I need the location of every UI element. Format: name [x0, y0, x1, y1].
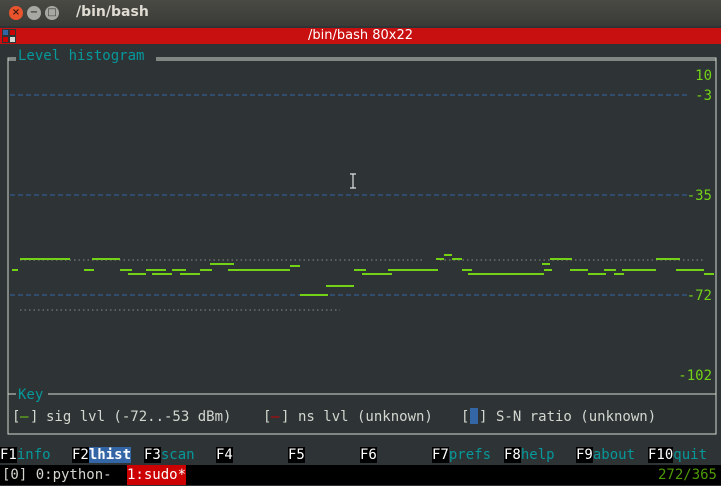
y-tick-label: -35: [687, 188, 712, 204]
histogram-frame: [7, 57, 717, 395]
key-title: Key: [18, 387, 43, 403]
noise-level-trace: [20, 259, 705, 311]
key-label-snr: S-N ratio (unknown): [496, 409, 656, 425]
fkey-number: F2: [72, 447, 89, 463]
histogram-y-ticks: 10 -3 -35 -72 -102: [678, 68, 712, 384]
key-bracket-close: ]: [30, 409, 38, 425]
key-label-signal: sig lvl (-72..-53 dBm): [46, 409, 231, 425]
text-cursor-icon: [350, 173, 356, 189]
noise-swatch: —: [271, 409, 280, 425]
fkey-f5[interactable]: F5: [288, 445, 305, 465]
fkey-help[interactable]: F8help: [504, 445, 555, 465]
y-tick-label: -102: [678, 368, 712, 384]
fkey-label: prefs: [448, 447, 492, 463]
fkey-label: quit: [673, 447, 708, 463]
close-button[interactable]: ×: [9, 6, 23, 20]
tmux-window-1[interactable]: 1:sudo*: [127, 465, 187, 485]
tmux-position: 272/365: [657, 467, 717, 483]
fkey-quit[interactable]: F10quit: [648, 445, 707, 465]
tmux-status-bar: [0] 0:python- 1:sudo* 272/365: [0, 465, 721, 485]
fkey-number: F3: [144, 447, 161, 463]
terminal-tab-title: /bin/bash 80x22: [307, 28, 413, 43]
key-item-signal: [ — ] sig lvl (-72..-53 dBm): [12, 409, 231, 425]
terminal-tab-bar[interactable]: /bin/bash 80x22: [0, 28, 721, 44]
histogram-gridlines: [10, 94, 690, 296]
signal-swatch: —: [20, 409, 29, 425]
fkey-number: F1: [0, 447, 17, 463]
fkey-lhist[interactable]: F2lhist: [72, 445, 132, 465]
function-key-bar: F1info F2lhist F3scan F4 F5 F6 F7prefs F8help F9…: [0, 445, 721, 465]
key-item-noise: [ — ] ns lvl (unknown): [263, 409, 433, 425]
snr-swatch: [470, 408, 478, 424]
fkey-label: about: [592, 447, 636, 463]
fkey-f4[interactable]: F4: [216, 445, 233, 465]
window-titlebar[interactable]: × − □ /bin/bash: [0, 0, 721, 26]
terminal-area[interactable]: Level histogram 10 -3 -35 -72 -102 Key [ — ]…: [0, 44, 721, 486]
key-label-noise: ns lvl (unknown): [298, 409, 433, 425]
window-title: /bin/bash: [76, 4, 149, 20]
tmux-window-0[interactable]: [0] 0:python-: [2, 465, 112, 485]
fkey-about[interactable]: F9about: [576, 445, 635, 465]
y-tick-label: -3: [695, 88, 712, 104]
fkey-label: help: [520, 447, 555, 463]
signal-level-trace: [12, 254, 714, 296]
fkey-f6[interactable]: F6: [360, 445, 377, 465]
fkey-number: F9: [576, 447, 593, 463]
fkey-scan[interactable]: F3scan: [144, 445, 195, 465]
fkey-info[interactable]: F1info: [0, 445, 51, 465]
fkey-number: F5: [288, 447, 305, 463]
fkey-number: F8: [504, 447, 521, 463]
fkey-prefs[interactable]: F7prefs: [432, 445, 491, 465]
key-bracket-close: ]: [281, 409, 289, 425]
fkey-number: F10: [648, 447, 674, 463]
fkey-number: F7: [432, 447, 449, 463]
histogram-title: Level histogram: [18, 48, 144, 64]
minimize-button[interactable]: −: [27, 6, 41, 20]
fkey-label: info: [16, 447, 51, 463]
y-tick-label: -72: [687, 288, 712, 304]
key-item-snr: [ ] S-N ratio (unknown): [461, 408, 656, 425]
key-bracket-open: [: [461, 409, 469, 425]
wavemon-screen: Level histogram 10 -3 -35 -72 -102 Key [ — ]…: [7, 48, 717, 435]
fkey-label: scan: [160, 447, 195, 463]
fkey-number: F6: [360, 447, 377, 463]
maximize-button[interactable]: □: [45, 6, 59, 20]
y-tick-label: 10: [695, 68, 712, 84]
key-bracket-close: ]: [479, 409, 487, 425]
fkey-number: F4: [216, 447, 233, 463]
fkey-label: lhist: [88, 447, 132, 463]
